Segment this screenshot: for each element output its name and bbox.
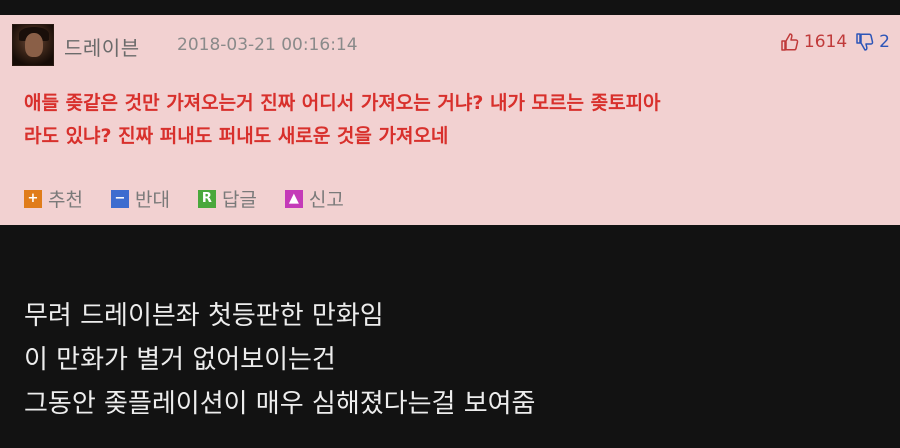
post-text-line: 무려 드레이븐좌 첫등판한 만화임 — [24, 301, 384, 331]
reply-label: 답글 — [221, 189, 257, 211]
oppose-label: 반대 — [134, 189, 170, 211]
recommend-button[interactable]: + 추천 — [24, 185, 83, 212]
r-icon: R — [197, 189, 216, 208]
downvote-count: 2 — [879, 32, 890, 52]
thumbs-down-icon[interactable] — [855, 32, 875, 52]
alert-icon: ▲ — [284, 189, 303, 208]
comment-body-line: 애들 좆같은 것만 가져오는거 진짜 어디서 가져오는 거냐? 내가 모르는 좆… — [24, 92, 661, 114]
plus-icon: + — [24, 189, 42, 208]
oppose-button[interactable]: − 반대 — [110, 185, 170, 212]
upvote-count: 1614 — [803, 32, 848, 52]
avatar[interactable] — [12, 24, 54, 66]
report-label: 신고 — [308, 189, 344, 211]
top-band — [0, 0, 900, 15]
comment-author[interactable]: 드레이븐 — [64, 32, 140, 61]
comment-header: 드레이븐 2018-03-21 00:16:14 1614 2 — [12, 24, 890, 66]
avatar-face — [25, 33, 43, 57]
recommend-label: 추천 — [48, 189, 83, 211]
comment-body: 애들 좆같은 것만 가져오는거 진짜 어디서 가져오는 거냐? 내가 모르는 좆… — [24, 87, 884, 153]
vote-counts: 1614 2 — [780, 32, 890, 52]
comment-card: 드레이븐 2018-03-21 00:16:14 1614 2 애들 좆같은 것… — [0, 15, 900, 225]
post-text-line: 그동안 좆플레이션이 매우 심해졌다는걸 보여줌 — [24, 389, 536, 419]
minus-icon: − — [110, 189, 129, 208]
comment-timestamp: 2018-03-21 00:16:14 — [177, 35, 358, 55]
thumbs-up-icon[interactable] — [780, 32, 800, 52]
comment-body-line: 라도 있냐? 진짜 퍼내도 퍼내도 새로운 것을 가져오네 — [24, 125, 449, 147]
comment-actions: + 추천 − 반대 R 답글 ▲ 신고 — [24, 185, 372, 212]
post-text-line: 이 만화가 별거 없어보이는건 — [24, 345, 336, 375]
report-button[interactable]: ▲ 신고 — [284, 185, 344, 212]
reply-button[interactable]: R 답글 — [197, 185, 257, 212]
post-text: 무려 드레이븐좌 첫등판한 만화임 이 만화가 별거 없어보이는건 그동안 좆플… — [24, 294, 535, 426]
